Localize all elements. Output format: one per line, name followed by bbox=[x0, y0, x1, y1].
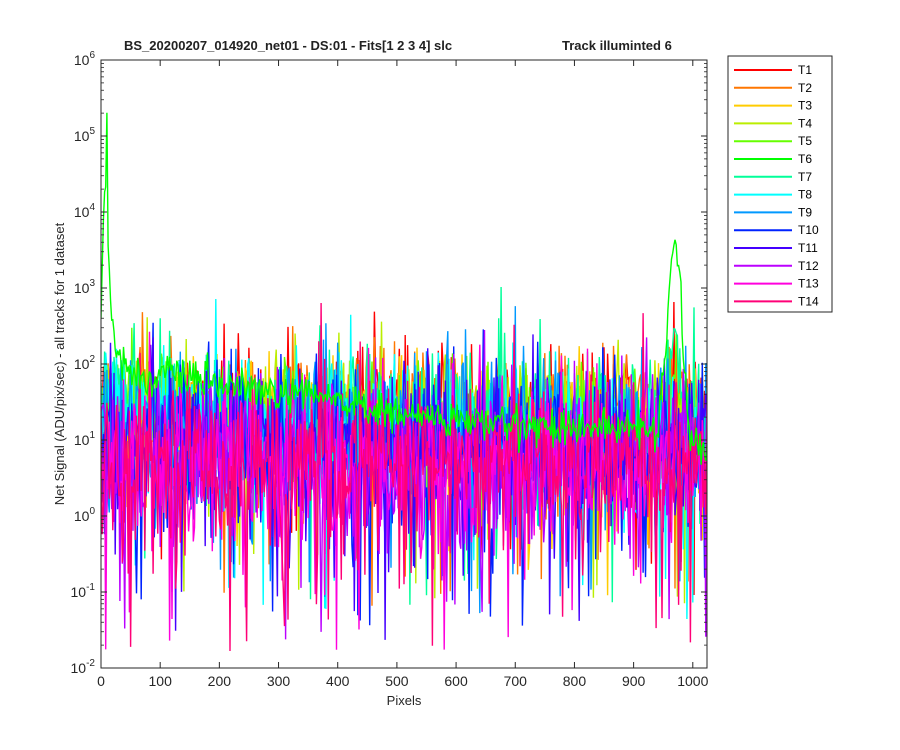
y-tick-label: 106 bbox=[74, 50, 96, 68]
legend-box bbox=[727, 55, 833, 313]
legend-label-t1: T1 bbox=[798, 63, 812, 77]
plot-area: 0 100 200 300 400 500 600 700 800 900 1000 10-2 10-1… bbox=[71, 50, 709, 689]
x-tick-label: 800 bbox=[563, 673, 587, 689]
chart-title: BS_20200207_014920_net01 - DS:01 - Fits[… bbox=[124, 38, 452, 53]
x-tick-label: 1000 bbox=[677, 673, 708, 689]
legend-label-t7: T7 bbox=[798, 170, 812, 184]
y-tick-label: 100 bbox=[74, 506, 96, 524]
legend-label-t12: T12 bbox=[798, 259, 819, 273]
legend-label-t6: T6 bbox=[798, 152, 812, 166]
legend-label-t10: T10 bbox=[798, 223, 819, 237]
chart-title-right: Track illuminted 6 bbox=[562, 38, 672, 53]
legend-label-t4: T4 bbox=[798, 116, 812, 130]
x-tick-label: 300 bbox=[267, 673, 291, 689]
legend-label-t14: T14 bbox=[798, 294, 819, 308]
x-tick-label: 100 bbox=[149, 673, 173, 689]
x-tick-label: 700 bbox=[504, 673, 528, 689]
x-tick-label: 400 bbox=[326, 673, 350, 689]
legend-label-t3: T3 bbox=[798, 99, 812, 113]
y-tick-label: 10-1 bbox=[71, 582, 96, 600]
legend-label-t2: T2 bbox=[798, 81, 812, 95]
x-tick-label: 500 bbox=[385, 673, 409, 689]
x-tick-label: 200 bbox=[208, 673, 232, 689]
y-tick-label: 102 bbox=[74, 354, 96, 372]
legend-label-t13: T13 bbox=[798, 277, 819, 291]
x-tick-label: 600 bbox=[444, 673, 468, 689]
x-tick-label: 900 bbox=[622, 673, 646, 689]
figure: BS_20200207_014920_net01 - DS:01 - Fits[… bbox=[52, 38, 833, 708]
x-axis-label: Pixels bbox=[387, 693, 422, 708]
legend-label-t9: T9 bbox=[798, 205, 812, 219]
x-tick-label: 0 bbox=[97, 673, 105, 689]
legend-label-t11: T11 bbox=[798, 241, 818, 255]
legend-label-t5: T5 bbox=[798, 134, 812, 148]
legend: T1 T2 T3 T4 T5 T6 T7 T8 T9 T10 T11 T12 T13 T14 bbox=[727, 55, 833, 313]
y-tick-label: 10-2 bbox=[71, 658, 96, 676]
y-tick-label: 105 bbox=[74, 126, 96, 144]
y-tick-label: 103 bbox=[74, 278, 96, 296]
legend-label-t8: T8 bbox=[798, 188, 812, 202]
y-tick-label: 104 bbox=[74, 202, 96, 220]
y-axis-label: Net Signal (ADU/pix/sec) - all tracks fo… bbox=[52, 222, 67, 505]
y-tick-label: 101 bbox=[74, 430, 96, 448]
